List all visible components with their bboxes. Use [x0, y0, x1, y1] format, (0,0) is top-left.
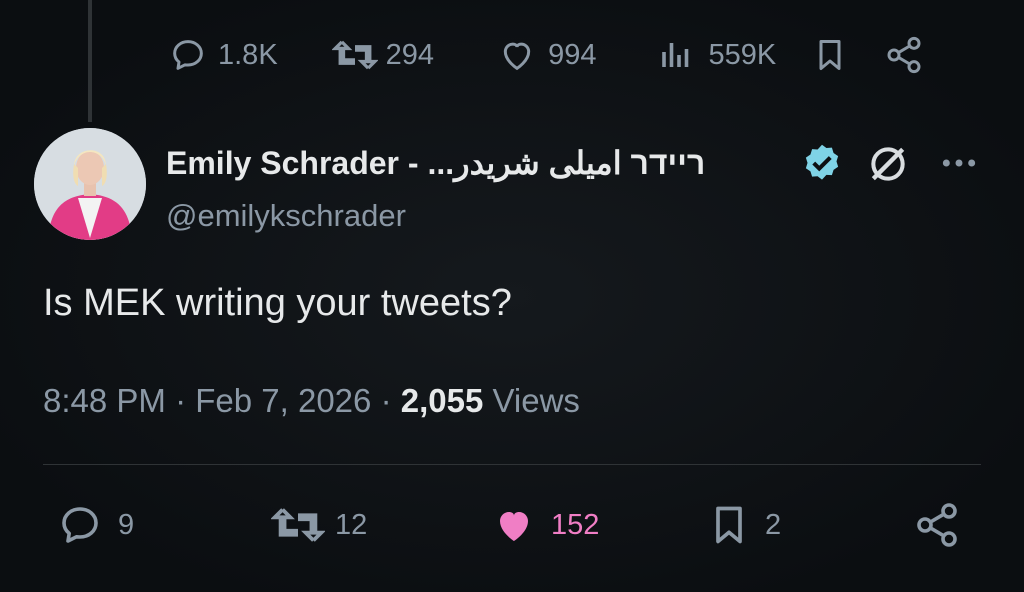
author-name[interactable]: Emily Schrader - ...ריידר اميلى شريدر	[166, 144, 705, 182]
parent-bookmark-button[interactable]	[812, 34, 848, 76]
bookmark-icon	[716, 506, 742, 544]
like-icon	[503, 42, 531, 71]
reply-count: 9	[118, 508, 135, 541]
verified-badge-icon	[805, 144, 839, 180]
repost-button[interactable]: 12	[271, 501, 489, 549]
reply-icon	[62, 507, 98, 543]
parent-like-button[interactable]: 994	[496, 35, 596, 75]
reply-button[interactable]: 9	[56, 501, 271, 549]
divider	[43, 464, 981, 465]
tweet-action-bar: 9 12 152 2	[56, 500, 961, 550]
reply-icon	[173, 40, 203, 70]
bookmark-icon	[819, 40, 841, 70]
parent-like-count: 994	[548, 38, 597, 71]
author-handle[interactable]: @emilykschrader	[166, 198, 406, 234]
views-icon	[662, 43, 689, 67]
parent-reply-count: 1.8K	[218, 38, 278, 71]
like-count: 152	[551, 508, 600, 541]
tweet-text: Is MEK writing your tweets?	[43, 282, 512, 324]
thread-connector-line	[88, 0, 92, 122]
bookmark-button[interactable]: 2	[707, 500, 917, 550]
share-icon	[887, 36, 921, 74]
like-icon	[500, 512, 528, 541]
parent-repost-button[interactable]: 294	[331, 35, 435, 75]
like-button[interactable]: 152	[489, 501, 707, 549]
meta-separator: ·	[175, 382, 196, 419]
views-count: 2,055	[400, 382, 484, 419]
parent-repost-count: 294	[385, 38, 435, 71]
tweet-time[interactable]: 8:48 PM	[43, 382, 166, 419]
repost-icon	[271, 508, 325, 542]
no-entry-icon[interactable]	[866, 142, 910, 186]
more-icon[interactable]	[940, 150, 978, 176]
parent-action-bar: 1.8K 294 994 559K	[168, 34, 924, 76]
tweet-date[interactable]: Feb 7, 2026	[195, 382, 371, 419]
share-icon	[917, 503, 957, 547]
parent-views-button[interactable]: 559K	[658, 35, 776, 75]
meta-separator: ·	[380, 382, 401, 419]
parent-views-count: 559K	[708, 38, 777, 71]
repost-icon	[331, 40, 378, 70]
bookmark-count: 2	[765, 508, 782, 541]
views-label: Views	[492, 382, 580, 419]
avatar-photo	[34, 128, 146, 240]
tweet-meta: 8:48 PM · Feb 7, 2026 · 2,055 Views	[43, 382, 580, 420]
avatar[interactable]	[34, 128, 146, 240]
repost-count: 12	[335, 508, 368, 541]
parent-reply-button[interactable]: 1.8K	[168, 35, 278, 75]
parent-share-button[interactable]	[884, 35, 924, 75]
share-button[interactable]	[913, 501, 961, 549]
